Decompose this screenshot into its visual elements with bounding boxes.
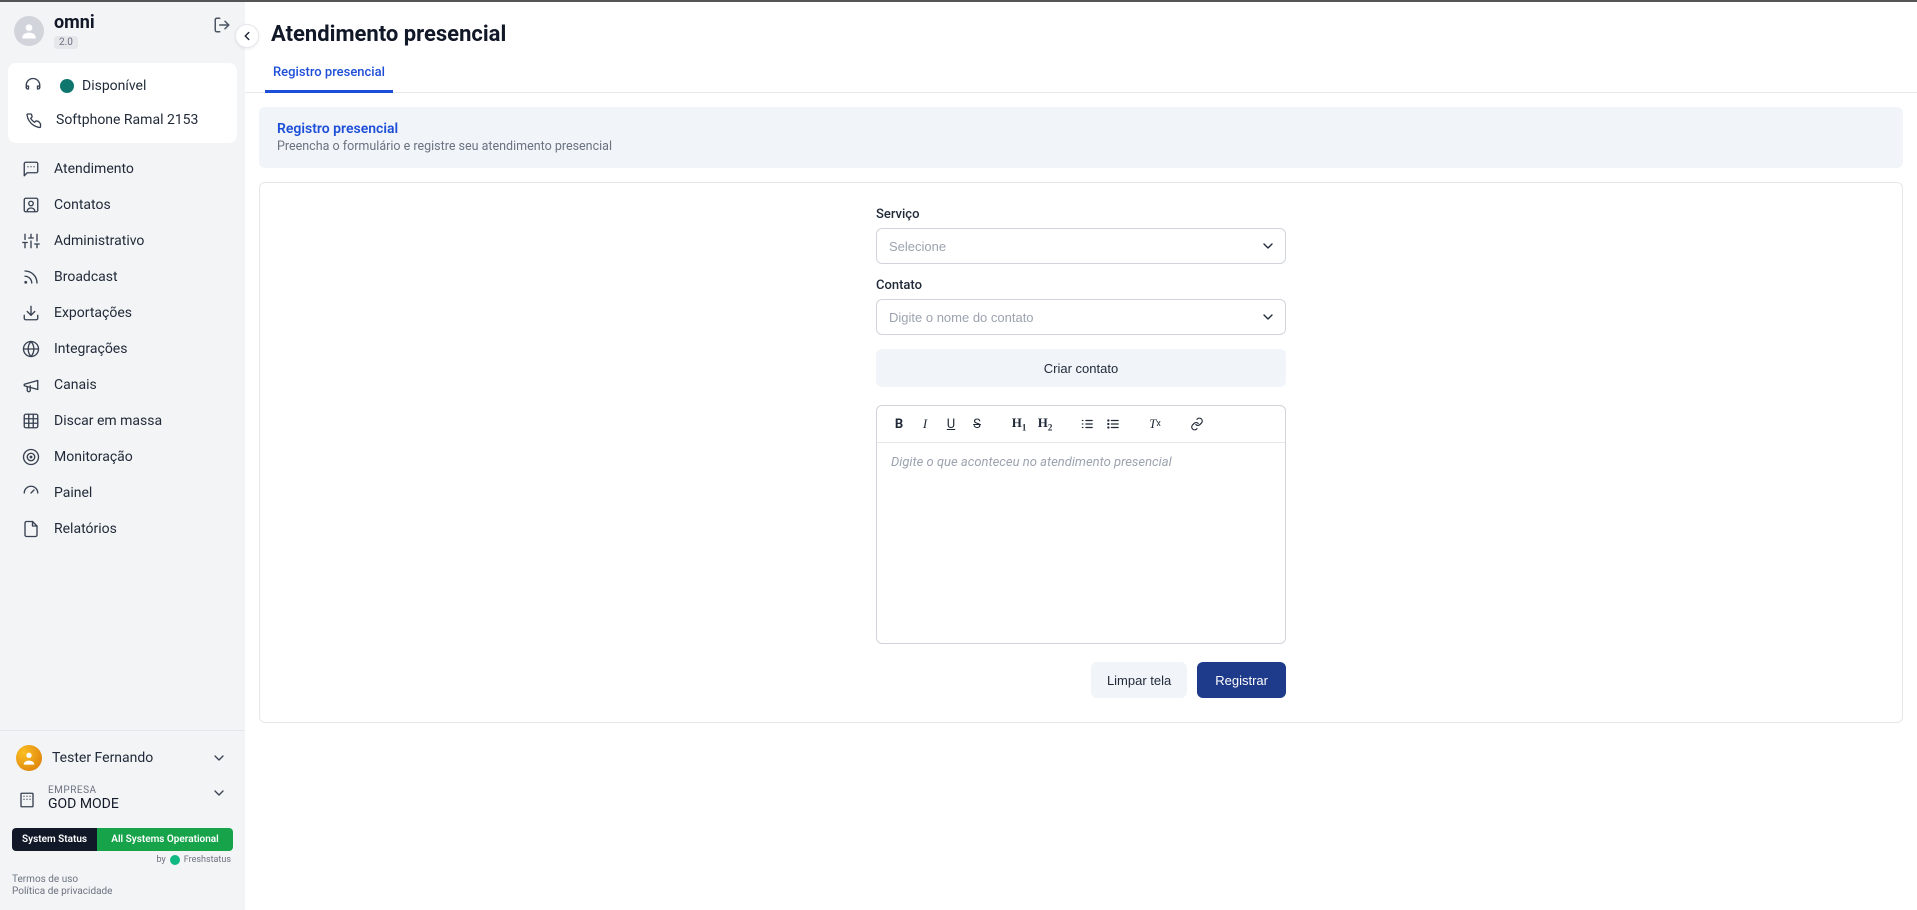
app-version-badge: 2.0 [54, 36, 78, 49]
system-status-label: System Status [12, 828, 97, 851]
softphone-row[interactable]: Softphone Ramal 2153 [8, 103, 237, 137]
nav-item-label: Discar em massa [54, 413, 162, 429]
dialpad-icon [20, 412, 42, 430]
building-icon [16, 791, 38, 809]
collapse-sidebar-button[interactable] [235, 24, 259, 48]
create-contact-button[interactable]: Criar contato [876, 349, 1286, 387]
settings-sliders-icon [20, 232, 42, 250]
nav-item-label: Administrativo [54, 233, 144, 249]
user-avatar-icon [14, 16, 44, 46]
availability-status-row[interactable]: Disponível [8, 69, 237, 103]
nav-item-monitoracao[interactable]: Monitoração [0, 439, 245, 475]
clear-button[interactable]: Limpar tela [1091, 662, 1187, 698]
banner-title: Registro presencial [277, 121, 1885, 137]
contact-input[interactable] [876, 299, 1286, 335]
nav-item-label: Canais [54, 377, 97, 393]
nav-item-broadcast[interactable]: Broadcast [0, 259, 245, 295]
headset-icon [22, 77, 44, 95]
target-icon [20, 448, 42, 466]
tab-registro-presencial[interactable]: Registro presencial [271, 53, 387, 92]
nav-item-integracoes[interactable]: Integrações [0, 331, 245, 367]
italic-icon[interactable]: I [913, 412, 937, 436]
app-name: omni [54, 12, 95, 33]
privacy-link[interactable]: Política de privacidade [12, 886, 233, 897]
current-user-row[interactable]: Tester Fernando [8, 737, 237, 779]
nav-item-administrativo[interactable]: Administrativo [0, 223, 245, 259]
form-card: Serviço Contato Criar contato B I U [259, 182, 1903, 723]
contact-label: Contato [876, 278, 1286, 293]
nav-item-label: Integrações [54, 341, 127, 357]
chat-icon [20, 160, 42, 178]
broadcast-icon [20, 268, 42, 286]
softphone-label: Softphone Ramal 2153 [56, 112, 198, 128]
megaphone-icon [20, 376, 42, 394]
info-banner: Registro presencial Preencha o formulári… [259, 107, 1903, 168]
status-card: Disponível Softphone Ramal 2153 [8, 63, 237, 143]
clear-format-icon[interactable]: Tx [1143, 412, 1167, 436]
rte-toolbar: B I U S H1 H2 Tx [877, 406, 1285, 443]
status-label: Disponível [82, 78, 146, 94]
chevron-down-icon [211, 785, 227, 801]
link-icon[interactable] [1185, 412, 1209, 436]
terms-link[interactable]: Termos de uso [12, 874, 233, 885]
heading1-icon[interactable]: H1 [1007, 412, 1031, 436]
nav-item-label: Broadcast [54, 269, 118, 285]
nav-item-relatorios[interactable]: Relatórios [0, 511, 245, 547]
submit-button[interactable]: Registrar [1197, 662, 1286, 698]
nav-item-painel[interactable]: Painel [0, 475, 245, 511]
heading2-icon[interactable]: H2 [1033, 412, 1057, 436]
nav-item-contatos[interactable]: Contatos [0, 187, 245, 223]
gauge-icon [20, 484, 42, 502]
system-status-value: All Systems Operational [97, 828, 233, 851]
powered-by: by Freshstatus [8, 853, 237, 871]
chevron-down-icon [211, 750, 227, 766]
strikethrough-icon[interactable]: S [965, 412, 989, 436]
phone-icon [22, 111, 44, 129]
current-user-name: Tester Fernando [52, 750, 153, 766]
company-row[interactable]: EMPRESA GOD MODE [8, 779, 237, 820]
ordered-list-icon[interactable] [1075, 412, 1099, 436]
sidebar-footer: Tester Fernando EMPRESA GOD MODE System … [0, 730, 245, 910]
nav-item-discar[interactable]: Discar em massa [0, 403, 245, 439]
tabs: Registro presencial [245, 53, 1917, 93]
nav-item-label: Painel [54, 485, 92, 501]
nav-item-label: Contatos [54, 197, 111, 213]
globe-icon [20, 340, 42, 358]
file-icon [20, 520, 42, 538]
banner-subtitle: Preencha o formulário e registre seu ate… [277, 139, 1885, 154]
logout-icon[interactable] [213, 16, 231, 34]
bold-icon[interactable]: B [887, 412, 911, 436]
nav-item-label: Relatórios [54, 521, 117, 537]
service-label: Serviço [876, 207, 1286, 222]
main-nav: Atendimento Contatos Administrativo Broa… [0, 147, 245, 730]
underline-icon[interactable]: U [939, 412, 963, 436]
rich-text-editor: B I U S H1 H2 Tx [876, 405, 1286, 644]
user-avatar-image [16, 745, 42, 771]
sidebar-header: omni 2.0 [0, 2, 245, 59]
status-dot-icon [60, 79, 74, 93]
service-select[interactable] [876, 228, 1286, 264]
nav-item-label: Atendimento [54, 161, 134, 177]
freshstatus-icon [170, 855, 180, 865]
nav-item-label: Monitoração [54, 449, 133, 465]
contacts-icon [20, 196, 42, 214]
unordered-list-icon[interactable] [1101, 412, 1125, 436]
page-title: Atendimento presencial [245, 2, 1917, 53]
main-content: Atendimento presencial Registro presenci… [245, 2, 1917, 910]
company-name: GOD MODE [48, 796, 119, 812]
nav-item-canais[interactable]: Canais [0, 367, 245, 403]
nav-item-label: Exportações [54, 305, 132, 321]
nav-item-atendimento[interactable]: Atendimento [0, 151, 245, 187]
nav-item-exportacoes[interactable]: Exportações [0, 295, 245, 331]
download-icon [20, 304, 42, 322]
rte-textarea[interactable]: Digite o que aconteceu no atendimento pr… [877, 443, 1285, 643]
company-label: EMPRESA [48, 785, 119, 796]
sidebar: omni 2.0 Disponível [0, 2, 245, 910]
system-status-badge[interactable]: System Status All Systems Operational [12, 828, 233, 851]
